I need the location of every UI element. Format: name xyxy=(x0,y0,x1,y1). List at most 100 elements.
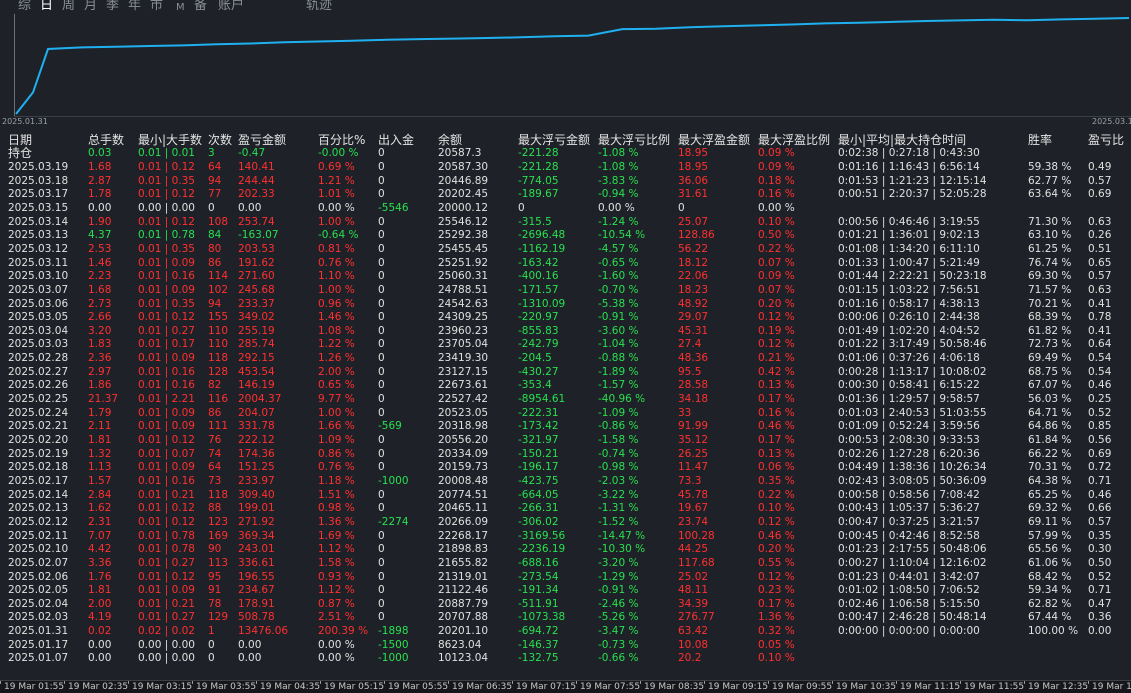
tab-daily[interactable]: 日 xyxy=(40,0,53,14)
table-row[interactable]: 2025.02.26 1.86 0.01 | 0.16 82 146.19 0.65 % 0… xyxy=(0,379,1131,393)
cell-trade-count: 88 xyxy=(208,502,222,515)
cell-max-float-profit-ratio: 1.36 % xyxy=(758,611,795,624)
cell-max-float-loss: -273.54 xyxy=(518,570,559,583)
cell-trade-count: 64 xyxy=(208,461,222,474)
cell-max-float-profit: 31.61 xyxy=(678,188,709,201)
cell-date: 2025.02.21 xyxy=(8,420,69,433)
cell-profit-loss-ratio: 0.57 xyxy=(1088,515,1112,528)
table-row[interactable]: 2025.01.17 0.00 0.00 | 0.00 0 0.00 0.00 % -150… xyxy=(0,639,1131,653)
cell-max-float-loss-ratio: -1.09 % xyxy=(598,406,639,419)
table-row[interactable]: 2025.03.07 1.68 0.01 | 0.09 102 245.68 1.00 %… xyxy=(0,284,1131,298)
column-header-trade-count[interactable]: 次数 xyxy=(208,133,232,147)
tab-monthly[interactable]: 月 xyxy=(84,0,97,14)
table-row[interactable]: 2025.02.03 4.19 0.01 | 0.27 129 508.78 2.51 %… xyxy=(0,611,1131,625)
cell-win-rate: 64.38 % xyxy=(1028,474,1072,487)
table-row[interactable]: 2025.02.12 2.31 0.01 | 0.12 123 271.92 1.36 %… xyxy=(0,516,1131,530)
table-row[interactable]: 2025.02.06 1.76 0.01 | 0.12 95 196.55 0.93 % 0… xyxy=(0,571,1131,585)
cell-deposit-withdrawal: 0 xyxy=(378,434,385,446)
column-header-hold-time[interactable]: 最小|平均|最大持仓时间 xyxy=(838,133,966,147)
cell-trade-count: 110 xyxy=(208,338,229,351)
table-row[interactable]: 2025.02.13 1.62 0.01 | 0.12 88 199.01 0.98 % 0… xyxy=(0,502,1131,516)
table-row[interactable]: 2025.02.19 1.32 0.01 | 0.07 74 174.36 0.86 % 0… xyxy=(0,448,1131,462)
table-row[interactable]: 2025.03.03 1.83 0.01 | 0.17 110 285.74 1.22 %… xyxy=(0,338,1131,352)
cell-max-float-profit-ratio: 0.12 % xyxy=(758,515,795,528)
table-row[interactable]: 2025.03.19 1.68 0.01 | 0.12 64 140.41 0.69 % 0… xyxy=(0,161,1131,175)
table-row[interactable]: 2025.02.10 4.42 0.01 | 0.78 90 243.01 1.12 % 0… xyxy=(0,543,1131,557)
table-row[interactable]: 2025.01.31 0.02 0.02 | 0.02 1 13476.06 200.39… xyxy=(0,625,1131,639)
cell-hold-time: 0:00:53 | 2:08:30 | 9:33:53 xyxy=(838,434,980,446)
column-header-min-max-lots[interactable]: 最小|大手数 xyxy=(138,133,202,147)
tab-overview[interactable]: 综 xyxy=(18,0,31,14)
table-row[interactable]: 2025.02.14 2.84 0.01 | 0.21 118 309.40 1.51 %… xyxy=(0,489,1131,503)
table-row[interactable]: 2025.02.25 21.37 0.01 | 2.21 116 2004.37 9.77… xyxy=(0,393,1131,407)
table-row[interactable]: 2025.02.18 1.13 0.01 | 0.09 64 151.25 0.76 % 0… xyxy=(0,461,1131,475)
cell-hold-time: 0:00:00 | 0:00:00 | 0:00:00 xyxy=(838,625,980,638)
table-row[interactable]: 2025.03.06 2.73 0.01 | 0.35 94 233.37 0.96 % 0… xyxy=(0,298,1131,312)
cell-min-max-lots: 0.01 | 0.09 xyxy=(138,420,195,433)
table-row[interactable]: 2025.02.27 2.97 0.01 | 0.16 128 453.54 2.00 %… xyxy=(0,366,1131,380)
column-header-profit-loss-ratio[interactable]: 盈亏比 xyxy=(1088,133,1124,147)
tab-trajectory[interactable]: 轨迹 xyxy=(306,0,332,14)
table-row[interactable]: 2025.02.28 2.36 0.01 | 0.09 118 292.15 1.26 %… xyxy=(0,352,1131,366)
tab-weekly[interactable]: 周 xyxy=(62,0,75,14)
cell-min-max-lots: 0.01 | 0.21 xyxy=(138,488,195,501)
column-header-deposit-withdrawal[interactable]: 出入金 xyxy=(378,133,414,147)
table-row[interactable]: 2025.03.17 1.78 0.01 | 0.12 77 202.33 1.01 % 0… xyxy=(0,188,1131,202)
table-row[interactable]: 2025.02.24 1.79 0.01 | 0.09 86 204.07 1.00 % 0… xyxy=(0,407,1131,421)
tab-market[interactable]: 市 xyxy=(150,0,163,14)
table-row[interactable]: 2025.02.04 2.00 0.01 | 0.21 78 178.91 0.87 % 0… xyxy=(0,598,1131,612)
column-header-win-rate[interactable]: 胜率 xyxy=(1028,133,1052,147)
column-header-profit-percent[interactable]: 百分比% xyxy=(318,133,365,147)
cell-min-max-lots: 0.01 | 0.16 xyxy=(138,379,195,392)
cell-max-float-loss: -774.05 xyxy=(518,174,559,187)
column-header-total-lots[interactable]: 总手数 xyxy=(88,133,124,147)
table-row[interactable]: 2025.01.07 0.00 0.00 | 0.00 0 0.00 0.00 % -100… xyxy=(0,652,1131,666)
table-row[interactable]: 2025.03.11 1.46 0.01 | 0.09 86 191.62 0.76 % 0… xyxy=(0,257,1131,271)
column-header-balance[interactable]: 余额 xyxy=(438,133,462,147)
cell-max-float-loss: -222.31 xyxy=(518,406,559,419)
cell-balance: 24788.51 xyxy=(438,283,489,296)
summary-row[interactable]: 0.03 0.01 | 0.01 3 -0.47 -0.00 % 0 20587.3 -221… xyxy=(0,147,1131,161)
table-row[interactable]: 2025.03.18 2.87 0.01 | 0.35 94 244.44 1.21 % 0… xyxy=(0,175,1131,189)
column-header-date[interactable]: 日期 xyxy=(8,133,32,147)
tab-account[interactable]: 账户 xyxy=(218,0,244,14)
table-row[interactable]: 2025.02.07 3.36 0.01 | 0.27 113 336.61 1.58 %… xyxy=(0,557,1131,571)
column-header-profit-amount[interactable]: 盈亏金额 xyxy=(238,133,286,147)
cell-profit-amount: 178.91 xyxy=(238,597,275,610)
table-row[interactable]: 2025.03.05 2.66 0.01 | 0.12 155 349.02 1.46 %… xyxy=(0,311,1131,325)
cell-max-float-profit: 25.07 xyxy=(678,215,709,228)
table-row[interactable]: 2025.03.04 3.20 0.01 | 0.27 110 255.19 1.08 %… xyxy=(0,325,1131,339)
cell-total-lots: 0.00 xyxy=(88,201,112,214)
cell-deposit-withdrawal: -569 xyxy=(378,420,402,433)
cell-max-float-loss: -173.42 xyxy=(518,420,559,433)
table-row[interactable]: 2025.02.17 1.57 0.01 | 0.16 73 233.97 1.18 % -… xyxy=(0,475,1131,489)
table-row[interactable]: 2025.03.12 2.53 0.01 | 0.35 80 203.53 0.81 % 0… xyxy=(0,243,1131,257)
cell-max-float-loss-ratio: -0.94 % xyxy=(598,188,639,201)
column-header-max-float-loss-ratio[interactable]: 最大浮亏比例 xyxy=(598,133,670,147)
cell-total-lots: 0.02 xyxy=(88,625,112,638)
column-header-max-float-profit[interactable]: 最大浮盈金额 xyxy=(678,133,750,147)
table-row[interactable]: 2025.02.21 2.11 0.01 | 0.09 111 331.78 1.66 %… xyxy=(0,420,1131,434)
cell-max-float-loss: -1162.19 xyxy=(518,242,566,255)
cell-hold-time: 0:01:15 | 1:03:22 | 7:56:51 xyxy=(838,283,980,296)
tab-yearly[interactable]: 年 xyxy=(128,0,141,14)
cell-profit-amount: 196.55 xyxy=(238,570,275,583)
table-row[interactable]: 2025.02.11 7.07 0.01 | 0.78 169 369.34 1.69 %… xyxy=(0,530,1131,544)
column-header-max-float-profit-ratio[interactable]: 最大浮盈比例 xyxy=(758,133,830,147)
table-row[interactable]: 2025.03.14 1.90 0.01 | 0.12 108 253.74 1.00 %… xyxy=(0,216,1131,230)
table-row[interactable]: 2025.03.10 2.23 0.01 | 0.16 114 271.60 1.10 %… xyxy=(0,270,1131,284)
cell-win-rate: 69.30 % xyxy=(1028,270,1072,283)
cell-max-float-loss: -664.05 xyxy=(518,488,559,501)
table-row[interactable]: 2025.02.20 1.81 0.01 | 0.12 76 222.12 1.09 % 0… xyxy=(0,434,1131,448)
tab-notes[interactable]: 备 xyxy=(194,0,207,14)
column-header-max-float-loss[interactable]: 最大浮亏金额 xyxy=(518,133,590,147)
table-row[interactable]: 2025.03.13 4.37 0.01 | 0.78 84 -163.07 -0.64 … xyxy=(0,229,1131,243)
cell-profit-percent: 0.93 % xyxy=(318,570,355,583)
cell-max-float-loss-ratio: -3.60 % xyxy=(598,324,639,337)
cell-max-float-profit: 20.2 xyxy=(678,652,702,665)
table-row[interactable]: 2025.02.05 1.81 0.01 | 0.09 91 234.67 1.12 % 0… xyxy=(0,584,1131,598)
cell-balance: 20318.98 xyxy=(438,420,489,433)
cell-date: 2025.03.11 xyxy=(8,256,69,269)
table-row[interactable]: 2025.03.15 0.00 0.00 | 0.00 0 0.00 0.00 % -554… xyxy=(0,202,1131,216)
tab-quarterly[interactable]: 季 xyxy=(106,0,119,14)
